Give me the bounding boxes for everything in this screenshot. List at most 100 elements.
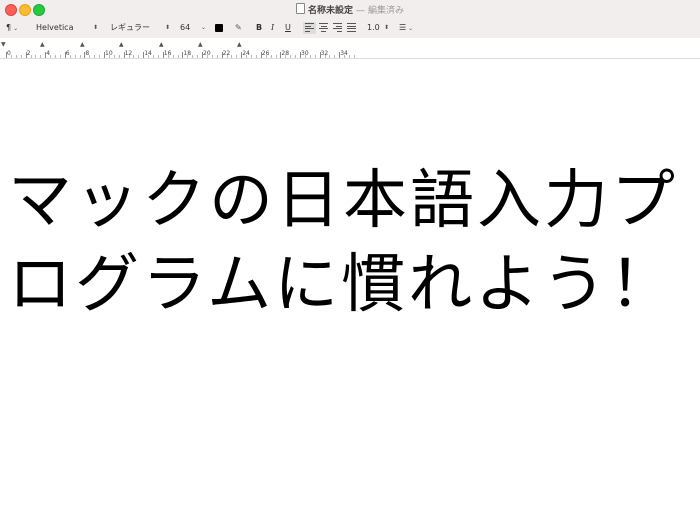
ruler-minor-tick [309, 55, 311, 58]
ruler-minor-tick [265, 55, 267, 58]
list-bullets-button[interactable]: ☰ ⌄ [399, 22, 413, 34]
ruler-minor-tick [94, 55, 96, 58]
highlighter-icon: ✎ [235, 23, 242, 32]
title-bar: 名称未設定 — 編集済み ¶ ⌄ Helvetica ⬍ レギュラー ⬍ 64 ⌄ ✎ B … [0, 0, 700, 39]
ruler-minor-tick [15, 55, 17, 58]
text-line-2: ログラムに慣れよう！ [8, 248, 677, 322]
tab-stop-marker[interactable]: ▲ [119, 41, 124, 48]
edited-status: 編集済み [368, 6, 405, 16]
font-family-value: Helvetica [36, 23, 74, 32]
font-size-combo[interactable]: 64 ⌄ [180, 22, 206, 34]
list-icon: ☰ [399, 23, 407, 32]
right-margin-marker[interactable]: ▲ [237, 41, 242, 48]
paragraph-styles-button[interactable]: ¶ ⌄ [6, 22, 18, 34]
line-spacing-value: 1.0 [367, 23, 380, 32]
ruler-minor-tick [20, 55, 22, 58]
ruler-minor-tick [206, 55, 208, 58]
tab-stop-marker[interactable]: ▲ [159, 41, 164, 48]
bold-button[interactable]: B [256, 22, 262, 34]
ruler-minor-tick [211, 55, 213, 58]
ruler-minor-tick [167, 55, 169, 58]
align-center-button[interactable] [319, 22, 328, 34]
document-text[interactable]: マックの日本語入力プ ログラムに慣れよう！ [8, 159, 698, 327]
ruler-minor-tick [157, 55, 159, 58]
ruler-minor-tick [329, 55, 331, 58]
align-center-icon [319, 23, 328, 32]
ruler[interactable]: ▼ ▲ ▲ ▲ ▲ ▲ ▲ 0 2 4 6 8 10 12 14 16 18 20 22 24 26 28 3… [0, 38, 700, 59]
chevron-down-icon: ⌄ [13, 25, 19, 32]
ruler-minor-tick [295, 55, 297, 58]
ruler-minor-tick [40, 55, 42, 58]
chevron-down-icon: ⌄ [408, 25, 414, 32]
left-indent-marker[interactable]: ▼ [1, 41, 6, 48]
ruler-minor-tick [349, 55, 350, 58]
ruler-minor-tick [89, 55, 91, 58]
ruler-minor-tick [216, 55, 218, 58]
ruler-minor-tick [138, 55, 140, 58]
ruler-minor-tick [50, 55, 52, 58]
align-right-button[interactable] [333, 22, 342, 34]
text-color-swatch [215, 24, 223, 32]
font-size-value: 64 [180, 23, 191, 32]
ruler-minor-tick [251, 55, 252, 58]
updown-chevron-icon: ⬍ [92, 24, 98, 31]
align-justify-icon [347, 23, 356, 32]
underline-button[interactable]: U [285, 22, 291, 34]
ruler-minor-tick [231, 55, 233, 58]
ruler-minor-tick [55, 55, 56, 58]
title-separator: — [356, 6, 365, 16]
ruler-minor-tick [118, 55, 120, 58]
ruler-minor-tick [275, 55, 277, 58]
ruler-minor-tick [192, 55, 194, 58]
ruler-minor-tick [148, 55, 150, 58]
font-family-popup[interactable]: Helvetica ⬍ [36, 22, 98, 34]
ruler-minor-tick [270, 55, 272, 58]
format-toolbar: ¶ ⌄ Helvetica ⬍ レギュラー ⬍ 64 ⌄ ✎ B I U 1.0… [0, 20, 700, 36]
align-justify-button[interactable] [347, 22, 356, 34]
ruler-minor-tick [255, 55, 257, 58]
document-icon [295, 3, 305, 14]
align-right-icon [333, 23, 342, 32]
tab-stop-marker[interactable]: ▲ [80, 41, 85, 48]
line-spacing-popup[interactable]: 1.0 ⬍ [367, 22, 389, 34]
ruler-minor-tick [99, 55, 101, 58]
ruler-minor-tick [74, 55, 76, 58]
tab-stop-marker[interactable]: ▲ [198, 41, 203, 48]
ruler-minor-tick [353, 55, 355, 58]
ruler-minor-tick [172, 55, 174, 58]
text-line-1: マックの日本語入力プ [8, 164, 678, 238]
tab-stop-marker[interactable]: ▲ [40, 41, 45, 48]
ruler-minor-tick [30, 55, 32, 58]
ruler-minor-tick [226, 55, 228, 58]
ruler-minor-tick [35, 55, 37, 58]
font-style-value: レギュラー [110, 23, 150, 32]
ruler-minor-tick [246, 55, 248, 58]
window-title: 名称未設定 — 編集済み [0, 3, 700, 17]
ruler-minor-tick [79, 55, 81, 58]
ruler-minor-tick [290, 55, 292, 58]
ruler-minor-tick [59, 55, 61, 58]
ruler-minor-tick [324, 55, 326, 58]
updown-chevron-icon: ⬍ [383, 24, 389, 31]
ruler-minor-tick [133, 55, 135, 58]
italic-button[interactable]: I [271, 22, 274, 34]
align-left-button[interactable] [305, 22, 314, 34]
document-area[interactable]: マックの日本語入力プ ログラムに慣れよう！ [0, 59, 700, 516]
ruler-minor-tick [113, 55, 115, 58]
ruler-minor-tick [285, 55, 287, 58]
chevron-down-icon: ⌄ [200, 24, 206, 31]
ruler-minor-tick [236, 55, 238, 58]
text-color-well[interactable] [215, 22, 223, 34]
ruler-minor-tick [304, 55, 306, 58]
ruler-minor-tick [187, 55, 189, 58]
highlight-color-button[interactable]: ✎ [235, 22, 242, 34]
ruler-minor-tick [108, 55, 110, 58]
ruler-minor-tick [69, 55, 71, 58]
ruler-minor-tick [10, 55, 12, 58]
ruler-minor-tick [344, 55, 346, 58]
align-left-icon [305, 23, 314, 32]
paragraph-icon: ¶ [6, 23, 12, 32]
ruler-minor-tick [314, 55, 316, 58]
font-style-popup[interactable]: レギュラー ⬍ [110, 22, 170, 34]
ruler-minor-tick [197, 55, 199, 58]
